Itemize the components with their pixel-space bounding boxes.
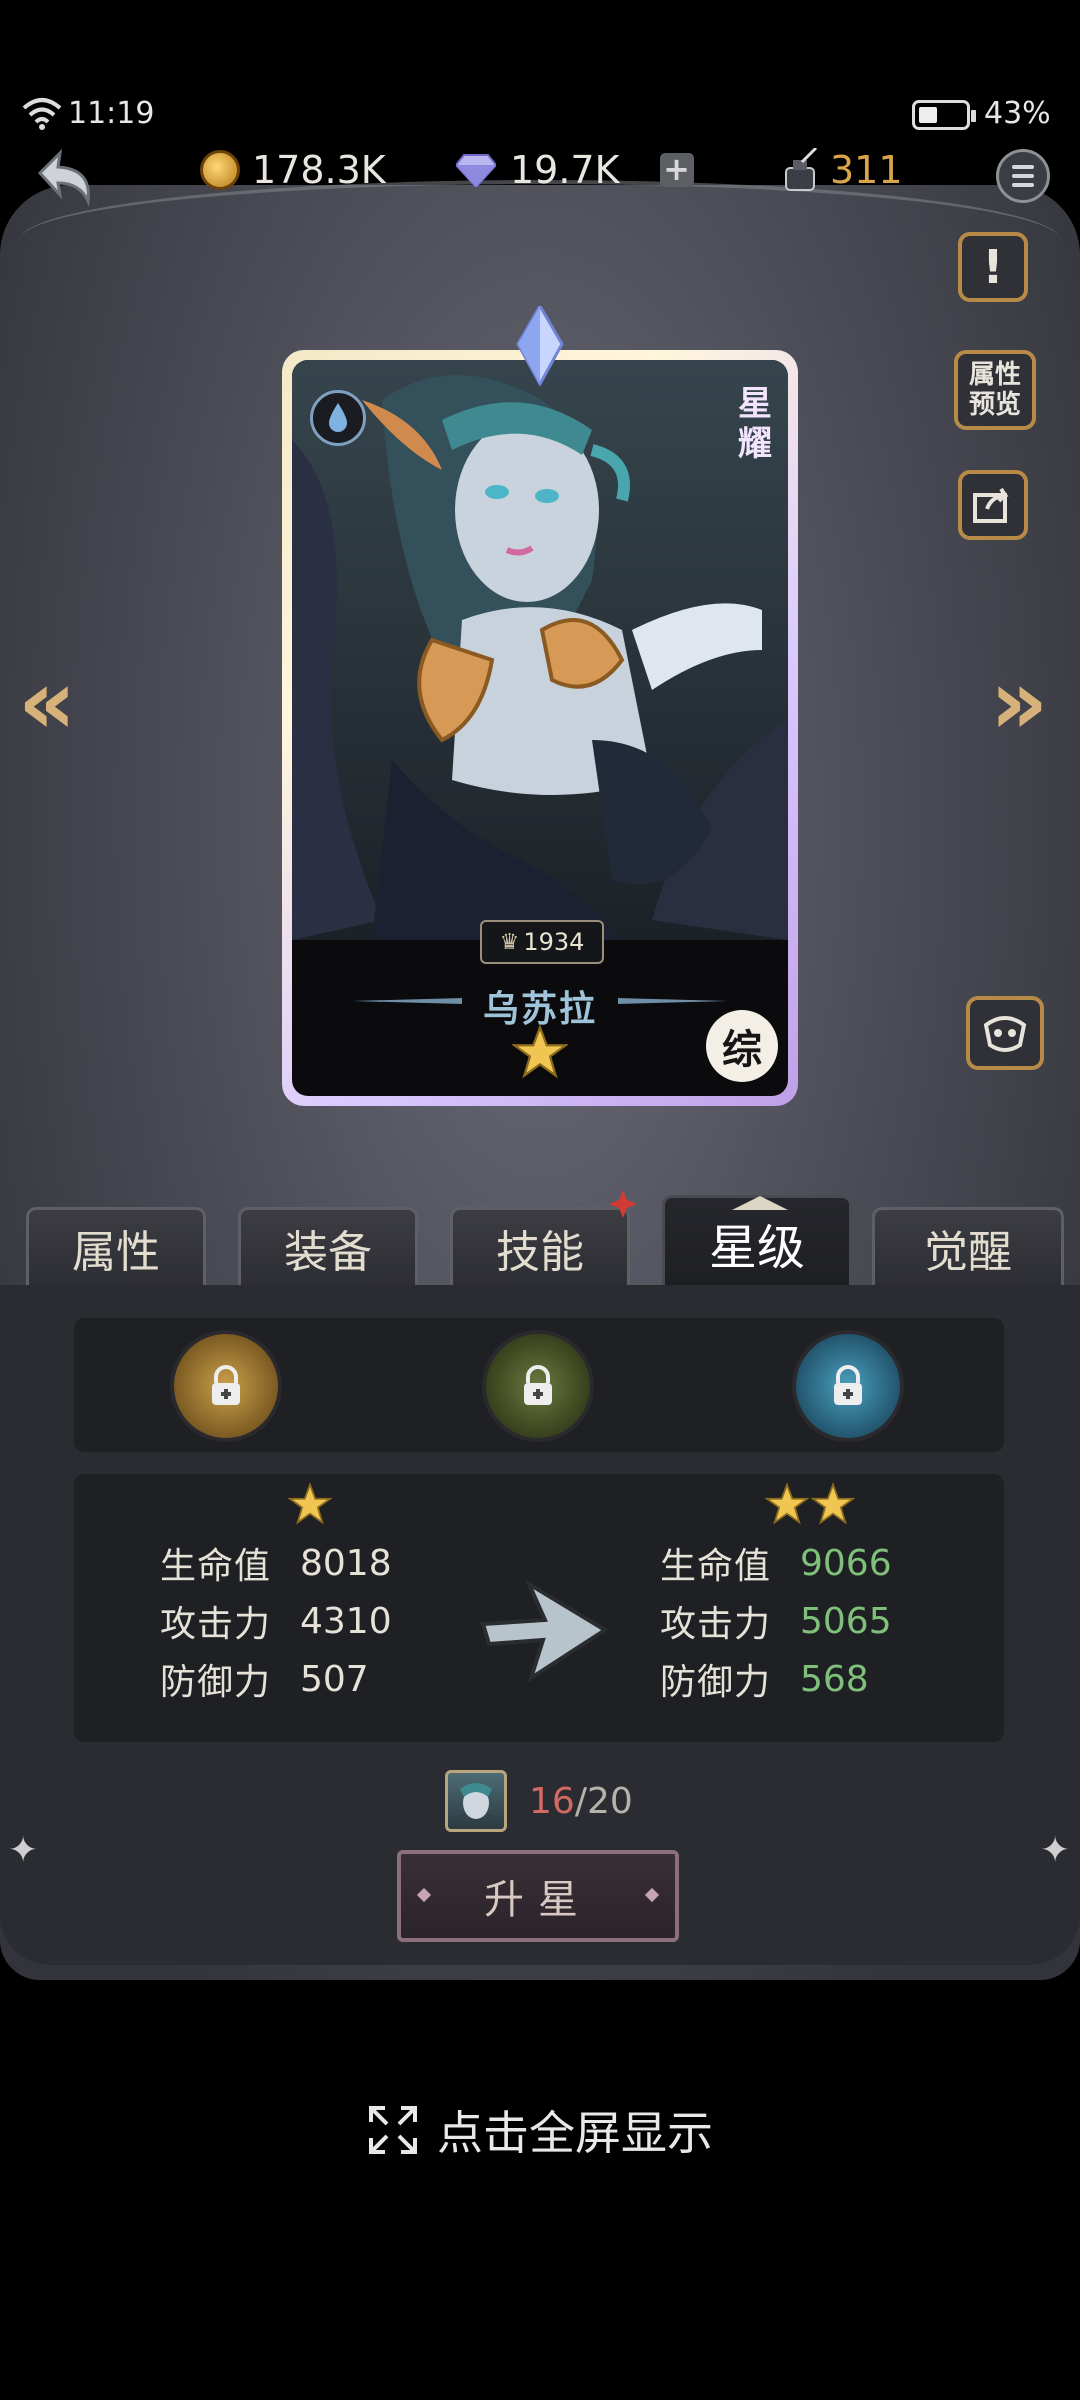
hero-portrait	[292, 360, 788, 940]
hero-card-frame: 星耀 ♛ 1934 乌苏拉 综	[292, 360, 788, 1096]
gem-counter: 19.7K +	[456, 145, 694, 195]
water-element-icon	[310, 390, 366, 446]
tab-label: 装备	[284, 1226, 372, 1278]
crystal-icon	[516, 306, 564, 386]
star-up-button[interactable]: 升星	[397, 1850, 679, 1942]
fullscreen-hint[interactable]: 点击全屏显示	[0, 2090, 1080, 2170]
ink-amount: 311	[830, 148, 903, 192]
hero-class-badge: 综	[706, 1010, 778, 1082]
next-stars	[660, 1474, 960, 1534]
shard-separator: /	[574, 1780, 587, 1822]
attribute-preview-button[interactable]: 属性 预览	[954, 350, 1036, 430]
gold-counter: 178.3K	[200, 145, 386, 195]
exclamation-icon: !	[982, 240, 1004, 294]
current-stars	[160, 1474, 460, 1534]
voice-lines-button[interactable]	[966, 996, 1044, 1070]
tab-awakening[interactable]: 觉醒	[872, 1207, 1064, 1285]
fullscreen-label: 点击全屏显示	[437, 2106, 713, 2160]
menu-button[interactable]	[996, 149, 1050, 203]
tab-label: 属性	[72, 1226, 160, 1278]
top-bar: 178.3K 19.7K + 311	[0, 125, 1080, 215]
star-icon	[512, 1024, 568, 1079]
add-gems-button[interactable]: +	[659, 153, 694, 187]
star-icon	[765, 1482, 809, 1525]
prev-hero-arrow[interactable]: «	[18, 650, 76, 755]
current-hp: 生命值 8018	[160, 1542, 392, 1588]
hero-shard-counter: 16 / 20	[445, 1768, 665, 1834]
name-decoration-right	[618, 998, 728, 1004]
power-rating: ♛ 1934	[480, 920, 604, 964]
tab-label: 星级	[708, 1219, 805, 1276]
star-upgrade-comparison: 生命值 8018 攻击力 4310 防御力 507 生命值 9066 攻击力 5065 防…	[74, 1474, 1004, 1742]
tab-attributes[interactable]: 属性	[26, 1207, 206, 1285]
attribute-preview-label: 属性 预览	[968, 360, 1021, 420]
upgrade-arrow-icon	[480, 1578, 609, 1683]
next-defense: 防御力 568	[660, 1658, 869, 1704]
locked-skill-3[interactable]	[792, 1330, 904, 1442]
current-stats: 生命值 8018 攻击力 4310 防御力 507	[160, 1474, 460, 1708]
ink-counter: 311	[780, 145, 903, 195]
locked-skill-2[interactable]	[482, 1330, 594, 1442]
next-stats: 生命值 9066 攻击力 5065 防御力 568	[660, 1474, 960, 1708]
mask-icon	[983, 1016, 1027, 1052]
hero-shard-icon	[445, 1770, 507, 1832]
corner-ornament-right: ✦	[1040, 1830, 1071, 1871]
shard-have: 16	[529, 1780, 575, 1822]
lock-icon	[212, 1365, 240, 1405]
shard-need: 20	[586, 1780, 633, 1822]
lock-icon	[524, 1365, 552, 1405]
coin-icon	[200, 150, 240, 190]
corner-ornament-left: ✦	[8, 1830, 39, 1871]
notification-icon	[609, 1190, 637, 1218]
diamond-icon	[456, 154, 496, 187]
gem-amount: 19.7K	[510, 148, 620, 192]
next-hp: 生命值 9066	[660, 1542, 892, 1588]
crown-icon: ♛	[499, 929, 520, 955]
info-button[interactable]: !	[958, 232, 1028, 302]
share-icon	[973, 487, 1009, 523]
star-glory-tag: 星耀	[738, 384, 772, 464]
tab-label: 技能	[496, 1226, 584, 1278]
lock-icon	[834, 1365, 862, 1405]
star-icon	[811, 1482, 855, 1525]
next-attack: 攻击力 5065	[660, 1600, 892, 1646]
gold-amount: 178.3K	[252, 148, 386, 192]
hero-card[interactable]: 星耀 ♛ 1934 乌苏拉 综	[282, 350, 798, 1106]
tab-bar: 属性 装备 技能 星级 觉醒	[0, 1190, 1080, 1287]
locked-skill-1[interactable]	[170, 1330, 282, 1442]
fullscreen-icon	[369, 2106, 417, 2154]
star-skill-row	[74, 1318, 1004, 1452]
tab-equipment[interactable]: 装备	[238, 1207, 418, 1285]
next-hero-arrow[interactable]: »	[990, 650, 1048, 755]
tab-star-level[interactable]: 星级	[662, 1195, 852, 1287]
share-button[interactable]	[958, 470, 1028, 540]
star-icon	[288, 1482, 332, 1525]
current-defense: 防御力 507	[160, 1658, 369, 1704]
ink-bottle-icon	[785, 148, 818, 191]
power-value: 1934	[523, 928, 585, 956]
tab-label: 觉醒	[924, 1226, 1012, 1278]
back-button[interactable]	[30, 143, 100, 213]
star-up-label: 升星	[484, 1877, 592, 1923]
tab-skills[interactable]: 技能	[450, 1190, 637, 1285]
current-attack: 攻击力 4310	[160, 1600, 392, 1646]
